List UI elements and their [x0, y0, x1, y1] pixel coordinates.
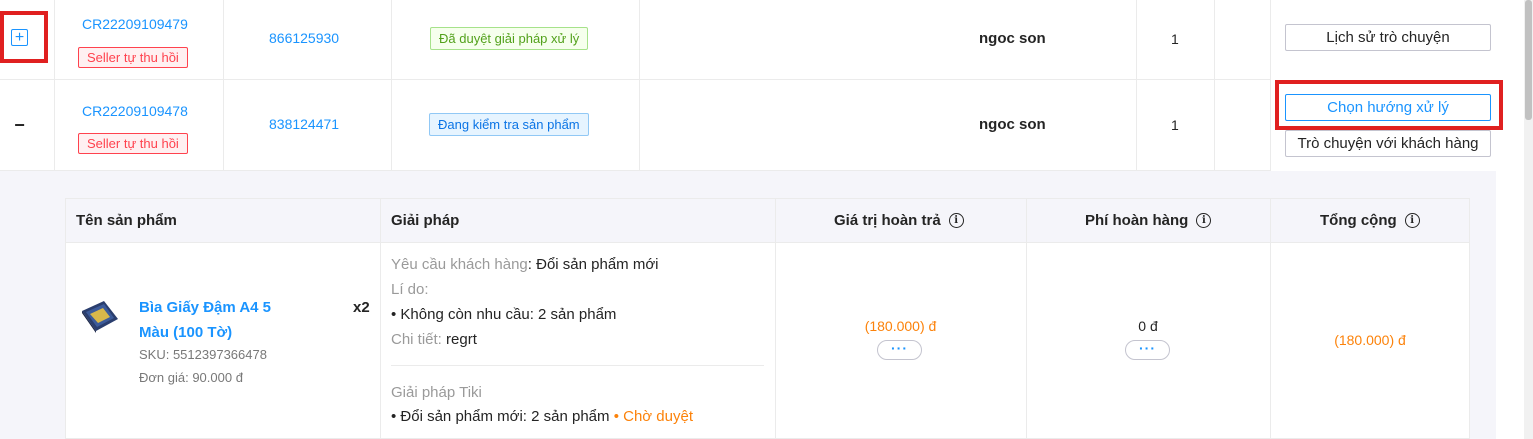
- detail-table-header: Tên sản phẩm Giải pháp Giá trị hoàn trả …: [66, 199, 1469, 243]
- product-sku: SKU: 5512397366478: [139, 347, 267, 362]
- order-id-link[interactable]: 838124471: [269, 116, 339, 132]
- status-badge: Đã duyệt giải pháp xử lý: [430, 27, 589, 50]
- return-detail-table: Tên sản phẩm Giải pháp Giá trị hoàn trả …: [65, 198, 1470, 439]
- detail-note-label: Chi tiết:: [391, 331, 442, 348]
- return-fee: 0 đ: [1138, 318, 1158, 334]
- product-quantity: x2: [353, 299, 370, 316]
- expand-row-button[interactable]: +: [11, 29, 28, 46]
- detail-note-value: regrt: [441, 331, 477, 348]
- column-divider: [223, 0, 224, 79]
- return-code-link[interactable]: CR22209109478: [82, 103, 188, 119]
- tiki-solution-item: • Đổi sản phẩm mới: 2 sản phẩm • Chờ duy…: [391, 408, 693, 425]
- column-divider: [1214, 0, 1215, 79]
- header-product: Tên sản phẩm: [76, 212, 177, 229]
- quantity: 1: [1171, 31, 1179, 47]
- order-id-link[interactable]: 866125930: [269, 30, 339, 46]
- status-badge: Đang kiểm tra sản phẩm: [429, 113, 589, 136]
- reason-item: • Không còn nhu cầu: 2 sản phẩm: [391, 306, 617, 323]
- header-total: Tổng cộng i: [1320, 212, 1420, 229]
- column-divider: [1136, 80, 1137, 170]
- customer-name: ngoc son: [979, 116, 1046, 133]
- customer-name: ngoc son: [979, 30, 1046, 47]
- scrollbar-thumb[interactable]: [1525, 0, 1532, 120]
- total-value: (180.000) đ: [1334, 332, 1406, 348]
- header-return-fee: Phí hoàn hàng i: [1085, 212, 1212, 229]
- collapse-row-button[interactable]: −: [11, 116, 28, 134]
- actions-column: Lịch sử trò chuyện Chọn hướng xử lý Trò …: [1270, 0, 1496, 171]
- header-refund-value-label: Giá trị hoàn trả: [834, 212, 941, 229]
- refund-value: (180.000) đ: [864, 318, 937, 334]
- solution-divider: [391, 365, 764, 366]
- customer-request: Yêu cầu khách hàng: Đổi sản phẩm mới: [391, 256, 659, 273]
- column-divider: [1136, 0, 1137, 79]
- refund-details-button[interactable]: ···: [877, 340, 922, 360]
- return-type-badge: Seller tự thu hồi: [78, 133, 188, 154]
- column-divider: [1214, 80, 1215, 170]
- column-divider: [1270, 199, 1271, 438]
- return-fee-details-button[interactable]: ···: [1125, 340, 1170, 360]
- quantity: 1: [1171, 117, 1179, 133]
- product-name-link[interactable]: Bìa Giấy Đậm A4 5 Màu (100 Tờ): [139, 295, 299, 345]
- column-divider: [391, 0, 392, 79]
- header-solution: Giải pháp: [391, 212, 460, 229]
- column-divider: [639, 80, 640, 170]
- header-return-fee-label: Phí hoàn hàng: [1085, 212, 1189, 229]
- customer-request-value: : Đổi sản phẩm mới: [527, 256, 659, 273]
- header-total-label: Tổng cộng: [1320, 212, 1397, 229]
- column-divider: [223, 80, 224, 170]
- tiki-solution-text: • Đổi sản phẩm mới: 2 sản phẩm: [391, 408, 610, 425]
- product-unit-price: Đơn giá: 90.000 đ: [139, 370, 243, 385]
- header-refund-value: Giá trị hoàn trả i: [834, 212, 964, 229]
- customer-request-label: Yêu cầu khách hàng: [391, 256, 528, 273]
- info-icon[interactable]: i: [1404, 213, 1420, 228]
- return-type-badge: Seller tự thu hồi: [78, 47, 188, 68]
- info-icon[interactable]: i: [1196, 213, 1212, 228]
- tiki-solution-label: Giải pháp Tiki: [391, 384, 482, 401]
- product-thumbnail: [82, 301, 118, 333]
- column-divider: [54, 0, 55, 79]
- detail-note: Chi tiết: regrt: [391, 331, 477, 348]
- info-icon[interactable]: i: [948, 213, 964, 228]
- column-divider: [380, 199, 381, 438]
- return-code-link[interactable]: CR22209109479: [82, 16, 188, 32]
- choose-resolution-button[interactable]: Chọn hướng xử lý: [1285, 94, 1491, 121]
- reason-label: Lí do:: [391, 281, 429, 298]
- chat-history-button[interactable]: Lịch sử trò chuyện: [1285, 24, 1491, 51]
- pending-status: • Chờ duyệt: [609, 408, 693, 425]
- column-divider: [639, 0, 640, 79]
- chat-with-customer-button[interactable]: Trò chuyện với khách hàng: [1285, 130, 1491, 157]
- column-divider: [391, 80, 392, 170]
- column-divider: [54, 80, 55, 170]
